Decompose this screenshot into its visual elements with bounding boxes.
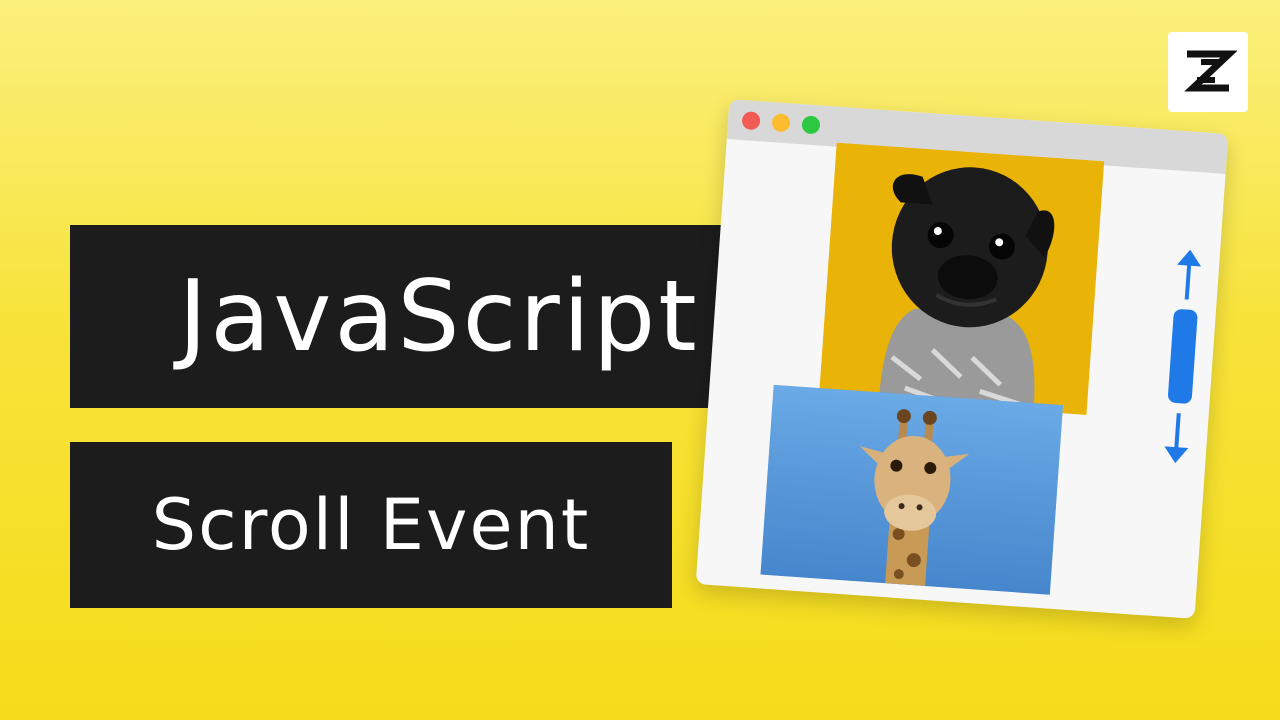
pug-illustration [819, 142, 1105, 415]
browser-window-illustration [695, 99, 1229, 619]
title-box: JavaScript [70, 225, 808, 408]
arrow-up-icon [1177, 249, 1202, 300]
pug-photo [819, 142, 1105, 415]
page-title: JavaScript [178, 259, 700, 374]
minimize-dot-icon [771, 113, 791, 133]
close-dot-icon [741, 111, 761, 131]
page-subtitle: Scroll Event [151, 484, 591, 566]
arrow-down-icon [1164, 413, 1189, 464]
logo-badge [1168, 32, 1248, 112]
subtitle-box: Scroll Event [70, 442, 672, 608]
scroll-indicator [1144, 246, 1220, 480]
scrollbar-thumb [1168, 309, 1198, 404]
maximize-dot-icon [801, 115, 821, 135]
giraffe-photo [760, 384, 1064, 595]
z-logo-icon [1184, 50, 1237, 92]
giraffe-illustration [760, 384, 1064, 595]
